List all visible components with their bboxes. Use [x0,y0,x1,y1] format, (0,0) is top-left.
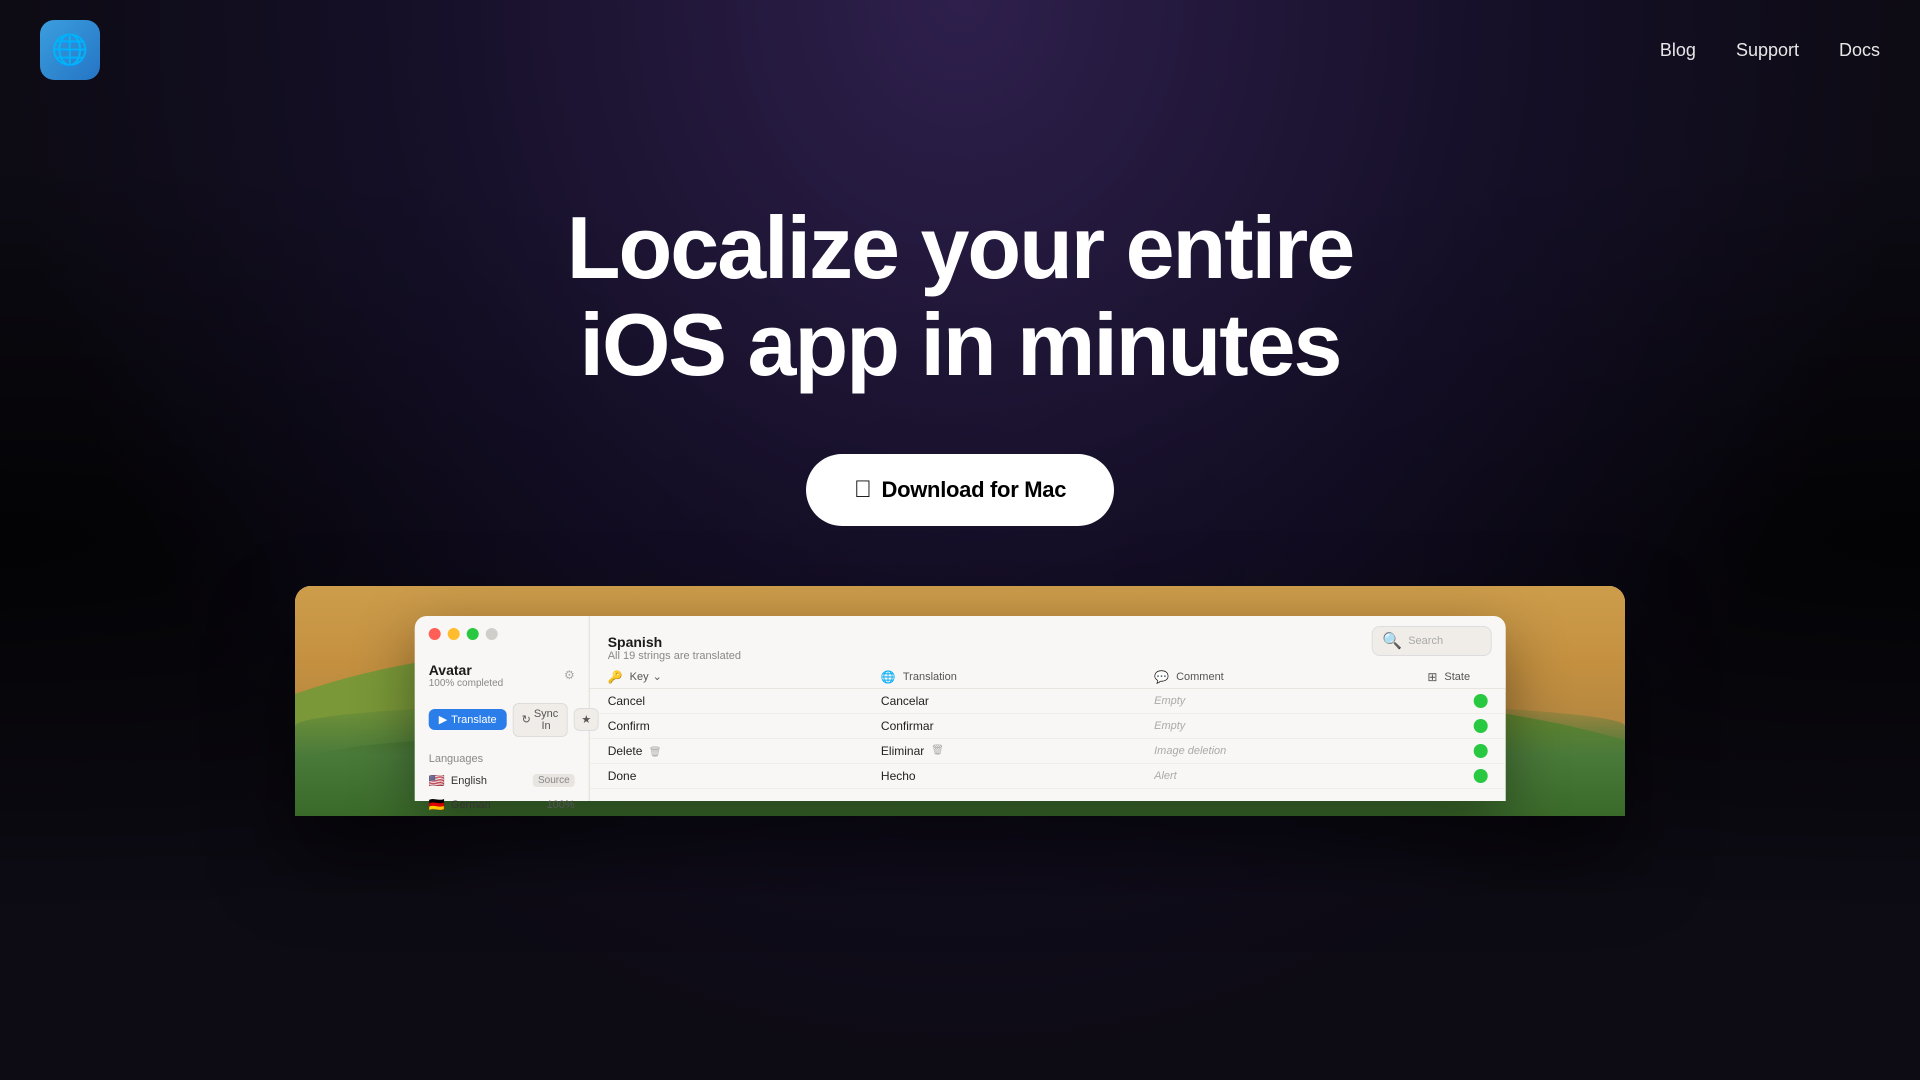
search-bar[interactable]: 🔍 Search [1371,626,1491,656]
english-badge: Source [533,774,575,787]
trash-icon: 🗑 [649,747,662,758]
languages-label: Languages [415,743,589,769]
th-comment-label: Comment [1176,671,1224,683]
key-col-icon: 🔑 [608,670,623,684]
state-dot-done [1473,769,1487,783]
close-button[interactable] [429,628,441,640]
th-translation: 🌐 Translation [881,670,1154,684]
row-done-translation: Hecho [881,769,1154,783]
hero-title-line2: iOS app in minutes [0,297,1920,394]
hero-title-line1: Localize your entire [567,198,1353,297]
search-icon: 🔍 [1382,631,1402,651]
gear-icon[interactable]: ⚙ [564,668,575,682]
app-window: Avatar 100% completed ⚙ ▶ Translate ↻ Sy… [295,586,1625,816]
state-dot-done [1473,744,1487,758]
logo-icon: 🌐 [40,20,100,80]
row-confirm-key: Confirm [608,719,881,733]
navbar: 🌐 Blog Support Docs [0,0,1920,100]
sidebar: Avatar 100% completed ⚙ ▶ Translate ↻ Sy… [415,616,590,801]
sidebar-actions: ▶ Translate ↻ Sync In ★ [415,697,589,743]
row-confirm-state [1427,719,1487,733]
table-row[interactable]: Done Hecho Alert [590,764,1506,789]
main-project-subtitle: All 19 strings are translated [608,650,1488,662]
sync-button[interactable]: ↻ Sync In [513,703,568,737]
sync-label: Sync In [534,708,558,732]
app-panel: Avatar 100% completed ⚙ ▶ Translate ↻ Sy… [415,616,1506,801]
main-content: 🔍 Search Spanish All 19 strings are tran… [590,616,1506,801]
german-name: German [451,799,491,811]
window-controls [429,628,498,640]
nav-support[interactable]: Support [1736,40,1799,61]
trash-icon-translation: 🗑 [931,745,944,756]
row-done-key: Done [608,769,881,783]
translate-label: Translate [451,714,496,726]
cta-label: Download for Mac [882,477,1067,503]
row-done-state [1427,769,1487,783]
apple-icon:  [854,476,872,504]
english-flag: 🇺🇸 [429,773,445,789]
download-button[interactable]:  Download for Mac [806,454,1114,526]
hero-title: Localize your entire iOS app in minutes [0,200,1920,394]
sidebar-lang-german[interactable]: 🇩🇪 German 100% [415,793,589,816]
nav-links: Blog Support Docs [1660,40,1880,61]
project-status: 100% completed [429,678,504,689]
project-name: Avatar [429,662,504,678]
table-row[interactable]: Confirm Confirmar Empty [590,714,1506,739]
translation-col-icon: 🌐 [881,670,896,684]
row-done-comment: Alert [1154,770,1427,782]
key-sort-icon: ⌄ [653,670,662,683]
table-row[interactable]: Cancel Cancelar Empty [590,689,1506,714]
search-placeholder: Search [1408,635,1443,647]
row-cancel-translation: Cancelar [881,694,1154,708]
table-row[interactable]: Delete 🗑 Eliminar 🗑 Image deletion [590,739,1506,764]
sidebar-lang-english[interactable]: 🇺🇸 English Source [415,769,589,793]
state-dot-done [1473,719,1487,733]
main-project-title: Spanish [608,634,1488,650]
row-cancel-comment: Empty [1154,695,1427,707]
row-delete-key: Delete 🗑 [608,744,881,758]
cta-container:  Download for Mac [0,454,1920,526]
th-comment: 💬 Comment [1154,670,1427,684]
hero-section: Localize your entire iOS app in minutes … [0,100,1920,526]
row-delete-comment: Image deletion [1154,745,1427,757]
german-flag: 🇩🇪 [429,797,445,813]
sidebar-project: Avatar 100% completed ⚙ [415,654,589,697]
row-cancel-state [1427,694,1487,708]
nav-docs[interactable]: Docs [1839,40,1880,61]
minimize-button[interactable] [448,628,460,640]
th-state: ⊞ State [1427,670,1487,684]
sidebar-project-info: Avatar 100% completed [429,662,504,689]
row-delete-state [1427,744,1487,758]
state-dot-done [1473,694,1487,708]
english-name: English [451,775,487,787]
german-pct: 100% [547,799,575,811]
german-info: 🇩🇪 German [429,797,491,813]
logo[interactable]: 🌐 [40,20,100,80]
state-col-icon: ⊞ [1427,670,1437,684]
translate-button[interactable]: ▶ Translate [429,709,507,730]
extra-control [486,628,498,640]
row-cancel-key: Cancel [608,694,881,708]
sync-icon: ↻ [522,713,531,726]
app-preview: Avatar 100% completed ⚙ ▶ Translate ↻ Sy… [0,586,1920,816]
row-delete-translation: Eliminar 🗑 [881,744,1154,758]
comment-col-icon: 💬 [1154,670,1169,684]
row-confirm-translation: Confirmar [881,719,1154,733]
table-header: 🔑 Key ⌄ 🌐 Translation 💬 Comment ⊞ S [590,666,1506,689]
th-key: 🔑 Key ⌄ [608,670,881,684]
row-confirm-comment: Empty [1154,720,1427,732]
th-translation-label: Translation [903,671,957,683]
fullscreen-button[interactable] [467,628,479,640]
english-info: 🇺🇸 English [429,773,487,789]
th-key-label: Key [630,671,649,683]
th-state-label: State [1444,671,1470,683]
main-header: Spanish All 19 strings are translated [590,626,1506,666]
nav-blog[interactable]: Blog [1660,40,1696,61]
play-icon: ▶ [439,713,447,726]
